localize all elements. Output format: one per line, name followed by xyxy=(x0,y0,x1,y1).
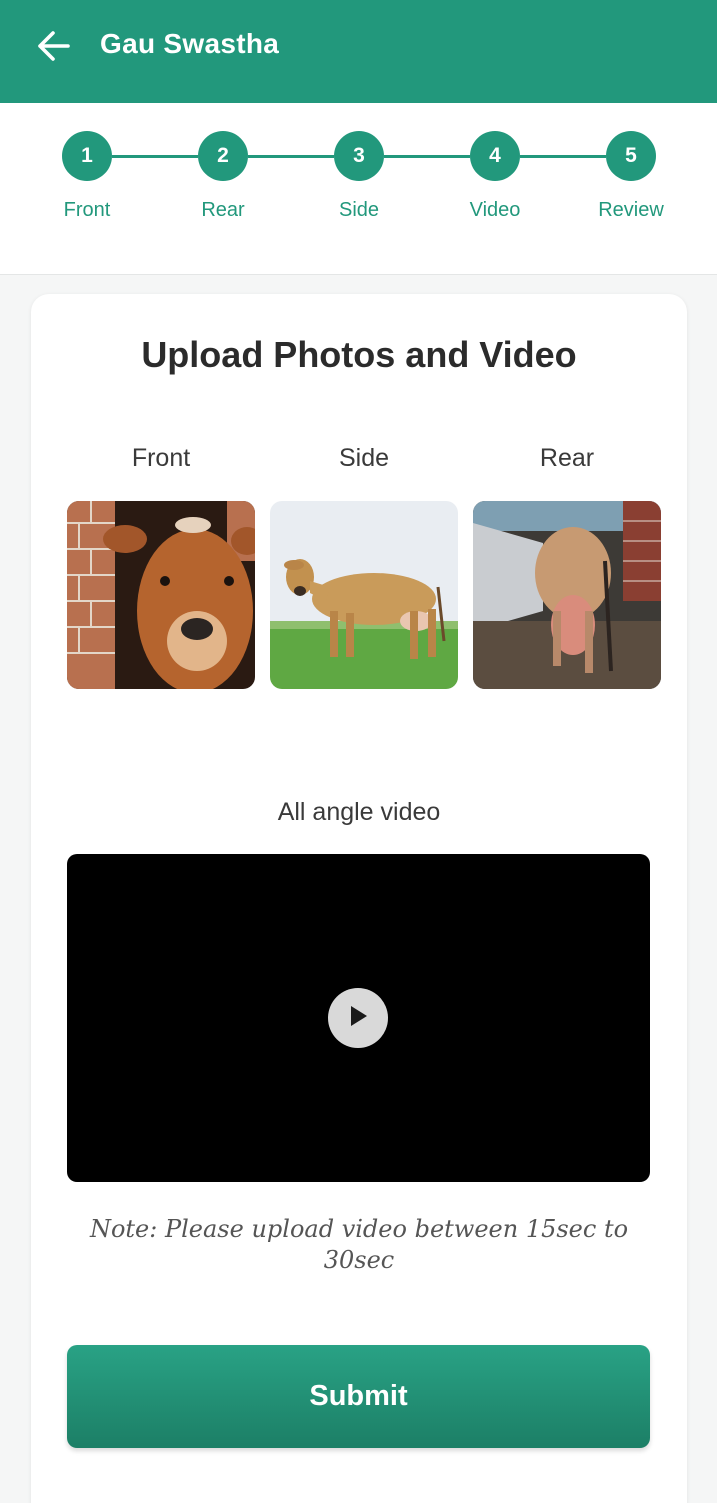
back-button[interactable] xyxy=(30,26,76,70)
step-number: 5 xyxy=(606,131,656,181)
step-label: Front xyxy=(63,199,111,221)
submit-button[interactable]: Submit xyxy=(67,1345,650,1448)
photo-label-front: Front xyxy=(131,444,191,472)
side-photo[interactable] xyxy=(270,501,458,689)
play-button[interactable] xyxy=(328,988,388,1048)
app-title: Gau Swastha xyxy=(100,28,280,59)
video-player[interactable] xyxy=(67,854,650,1182)
card-title: Upload Photos and Video xyxy=(141,334,577,375)
play-icon xyxy=(346,1004,370,1033)
step-review[interactable]: 5 Review xyxy=(576,131,686,222)
step-number: 2 xyxy=(198,131,248,181)
step-number: 3 xyxy=(334,131,384,181)
video-duration-note: Note: Please upload video between 15sec … xyxy=(89,1215,629,1274)
step-label: Rear xyxy=(201,199,245,221)
step-video[interactable]: 4 Video xyxy=(440,131,550,222)
step-label: Review xyxy=(598,199,664,221)
stepper: 1 Front 2 Rear 3 Side 4 Video 5 Review xyxy=(0,103,717,275)
step-front[interactable]: 1 Front xyxy=(32,131,142,222)
upload-card: Upload Photos and Video Front Side Rear xyxy=(31,294,687,1503)
step-label: Video xyxy=(469,199,521,221)
step-label: Side xyxy=(338,199,380,221)
step-side[interactable]: 3 Side xyxy=(304,131,414,222)
step-number: 1 xyxy=(62,131,112,181)
step-number: 4 xyxy=(470,131,520,181)
app-bar: Gau Swastha xyxy=(0,0,717,103)
video-label: All angle video xyxy=(277,798,441,826)
front-photo[interactable] xyxy=(67,501,255,689)
arrow-left-icon xyxy=(35,28,71,69)
photo-label-rear: Rear xyxy=(539,444,595,472)
step-rear[interactable]: 2 Rear xyxy=(168,131,278,222)
photo-label-side: Side xyxy=(338,444,390,472)
rear-photo[interactable] xyxy=(473,501,661,689)
